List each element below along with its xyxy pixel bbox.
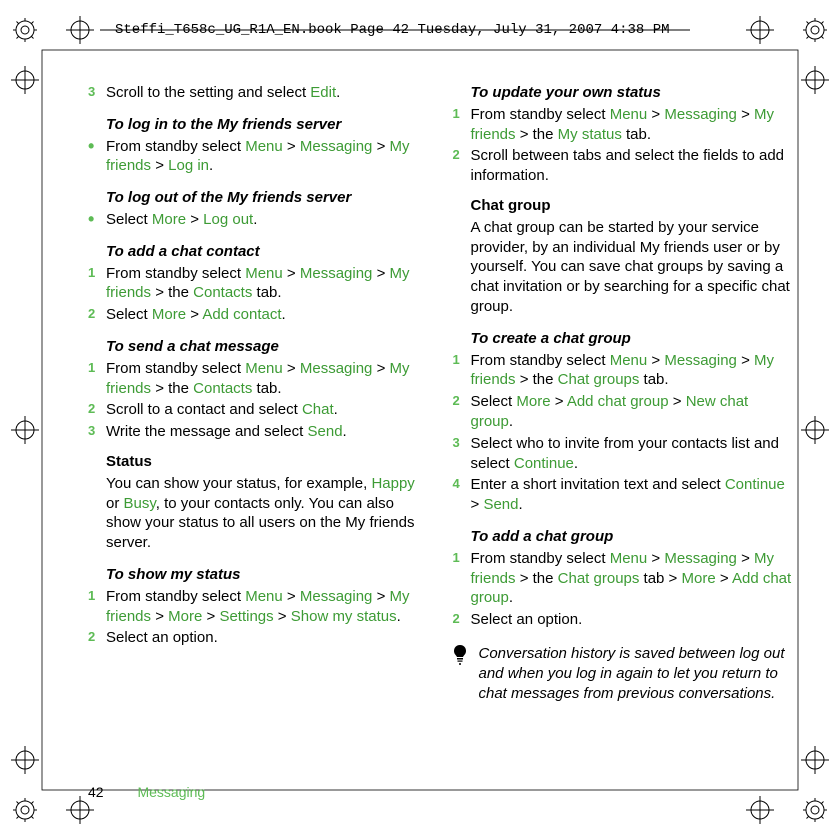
column-right: To update your own status 1From standby … (453, 83, 794, 763)
section-title: To log in to the My friends server (106, 115, 429, 135)
tip-note: Conversation history is saved between lo… (453, 644, 794, 703)
step: 3 Scroll to the setting and select Edit. (106, 83, 429, 103)
column-left: 3 Scroll to the setting and select Edit.… (88, 83, 429, 763)
page-content: 3 Scroll to the setting and select Edit.… (88, 83, 793, 763)
lightbulb-icon (453, 644, 469, 703)
page-number: 42 (88, 784, 104, 800)
header-filename: Steffi_T658c_UG_R1A_EN.book Page 42 Tues… (115, 22, 670, 38)
page-category: Messaging (137, 784, 205, 800)
page-footer: 42 Messaging (88, 784, 205, 800)
tip-text: Conversation history is saved between lo… (479, 644, 794, 703)
